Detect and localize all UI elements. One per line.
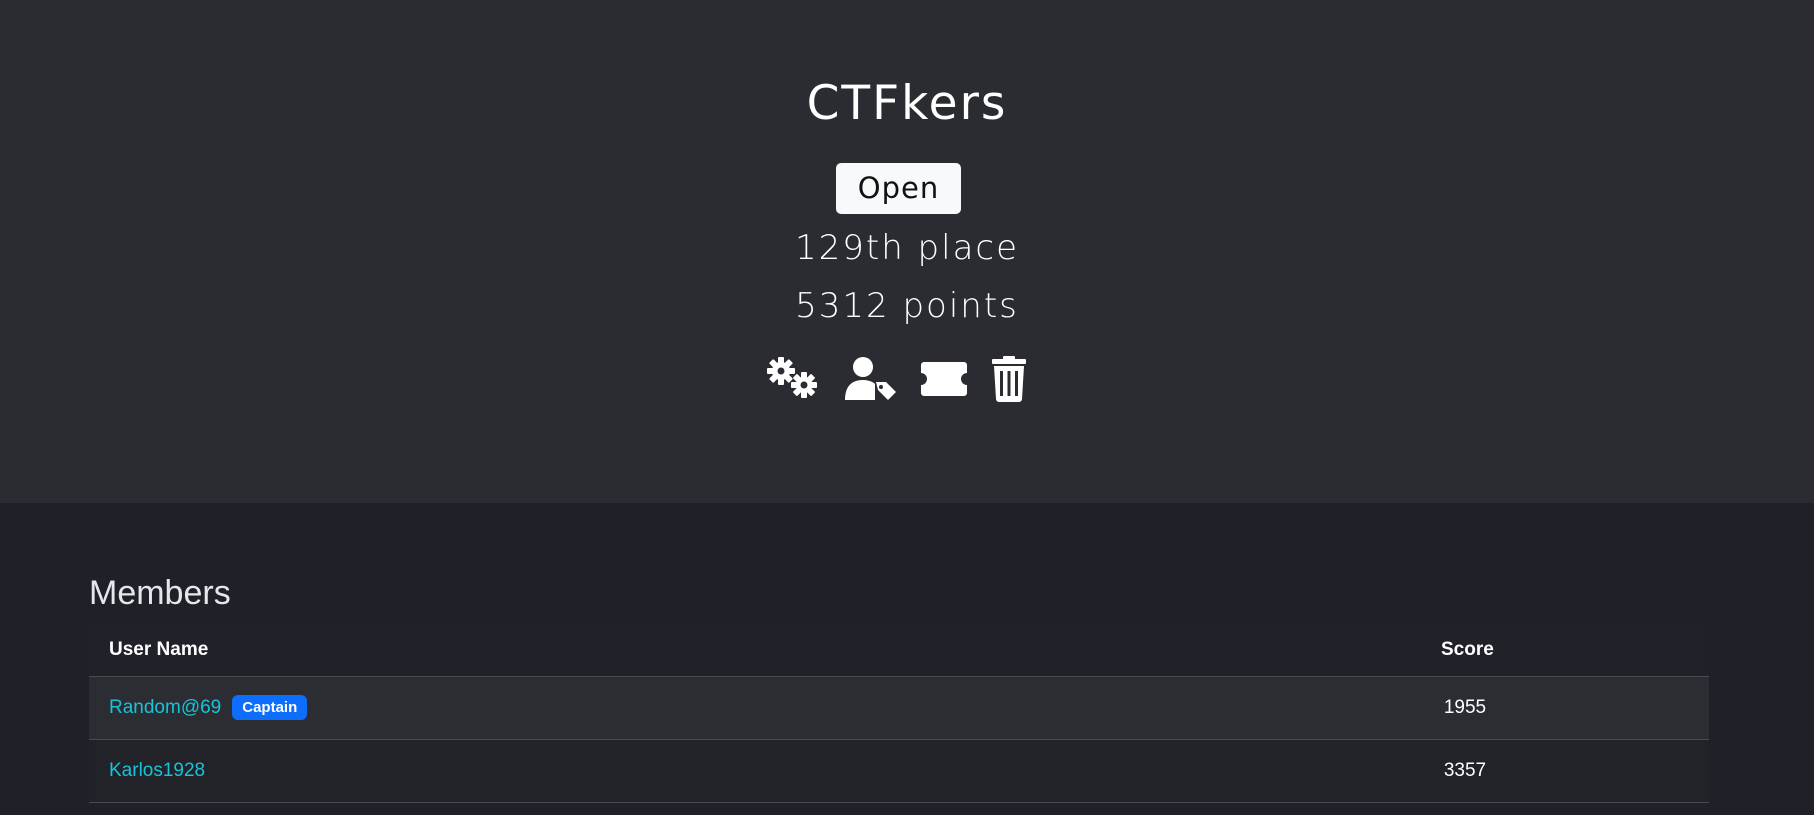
member-score: 3357 [1443,759,1487,781]
table-row: Random@69 Captain 1955 [89,676,1709,740]
member-name-cell: Random@69 Captain [89,676,1441,740]
members-title: Members [89,574,231,612]
team-status-badge: Open [836,163,961,214]
member-link[interactable]: Karlos1928 [109,760,205,781]
team-name: CTFkers [806,76,1008,131]
table-row: Karlos1928 3357 [89,739,1709,803]
team-points: 5312 points [795,286,1019,326]
members-table: User Name Score Random@69 Captain 1955 Ka… [89,625,1709,803]
team-header: CTFkers Open 129th place 5312 points [0,0,1814,503]
ticket-icon[interactable] [920,356,968,402]
gears-icon[interactable] [766,356,820,402]
member-score-cell: 1955 [1441,676,1709,740]
member-link[interactable]: Random@69 [109,697,221,718]
column-score: Score [1441,625,1709,677]
team-place: 129th place [794,228,1020,268]
member-score: 1955 [1443,696,1487,718]
column-user-name: User Name [89,625,1441,677]
captain-badge: Captain [232,695,308,720]
user-tag-icon[interactable] [845,356,897,402]
member-score-cell: 3357 [1441,739,1709,803]
trash-icon[interactable] [991,356,1027,402]
member-name-cell: Karlos1928 [89,739,1441,803]
table-header-row: User Name Score [89,625,1709,677]
team-actions [766,356,1031,406]
